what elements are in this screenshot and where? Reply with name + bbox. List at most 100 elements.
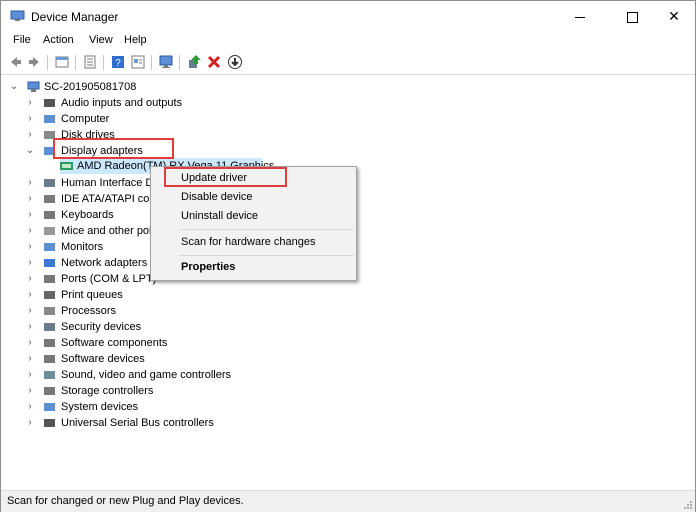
- chevron-right-icon[interactable]: ›: [25, 399, 35, 415]
- chevron-right-icon[interactable]: ›: [25, 207, 35, 223]
- chevron-right-icon[interactable]: ›: [25, 383, 35, 399]
- tree-item-label: Ports (COM & LPT): [61, 273, 157, 285]
- device-manager-icon: [10, 10, 25, 21]
- processor-icon: [44, 307, 55, 315]
- chevron-right-icon[interactable]: ›: [25, 191, 35, 207]
- tree-item-category[interactable]: › Software devices: [25, 351, 265, 367]
- menu-view[interactable]: View: [89, 34, 113, 46]
- monitor-icon: [44, 243, 55, 251]
- menu-help[interactable]: Help: [124, 34, 147, 46]
- forward-icon[interactable]: [27, 54, 43, 70]
- tree-item-label: Mice and other poi: [61, 225, 152, 237]
- chevron-down-icon[interactable]: ⌄: [25, 143, 35, 159]
- disable-device-item[interactable]: Disable device: [181, 191, 253, 203]
- download-icon[interactable]: [227, 54, 243, 70]
- details-icon[interactable]: [130, 54, 146, 70]
- chevron-right-icon[interactable]: ›: [25, 127, 35, 143]
- maximize-button[interactable]: [609, 1, 655, 32]
- resize-grip-icon[interactable]: [683, 500, 693, 510]
- tree-item-category[interactable]: › Processors: [25, 303, 265, 319]
- tree-item-category[interactable]: › Security devices: [25, 319, 265, 335]
- chevron-right-icon[interactable]: ›: [25, 303, 35, 319]
- toolbar-separator: [179, 55, 180, 70]
- display-adapters-highlight: [53, 138, 174, 159]
- tree-item-label: Universal Serial Bus controllers: [61, 417, 214, 429]
- toolbar-separator: [75, 55, 76, 70]
- add-driver-icon[interactable]: [186, 54, 202, 70]
- tree-item-label: IDE ATA/ATAPI con: [61, 193, 156, 205]
- tree-item-category[interactable]: › Sound, video and game controllers: [25, 367, 265, 383]
- properties-icon[interactable]: [54, 54, 70, 70]
- chevron-right-icon[interactable]: ›: [25, 255, 35, 271]
- ide-icon: [44, 195, 55, 203]
- computer-icon: [27, 81, 40, 92]
- mouse-icon: [44, 227, 55, 235]
- title-bar: Device Manager ✕: [1, 1, 695, 32]
- chevron-right-icon[interactable]: ›: [25, 95, 35, 111]
- chevron-right-icon[interactable]: ›: [25, 111, 35, 127]
- minimize-button[interactable]: [557, 1, 603, 32]
- keyboard-icon: [44, 211, 55, 219]
- menu-bar: File Action View Help: [1, 32, 695, 51]
- tree-item-label: Computer: [61, 113, 110, 125]
- system-icon: [44, 403, 55, 411]
- hid-icon: [44, 179, 55, 187]
- software-components-icon: [44, 339, 55, 347]
- chevron-right-icon[interactable]: ›: [25, 223, 35, 239]
- tree-item-category[interactable]: › System devices: [25, 399, 265, 415]
- device-manager-window: Device Manager ✕ File Action View Help ?…: [0, 0, 696, 512]
- chevron-right-icon[interactable]: ›: [25, 335, 35, 351]
- properties-item[interactable]: Properties: [181, 261, 235, 273]
- tree-item-category[interactable]: › Storage controllers: [25, 383, 265, 399]
- toolbar-separator: [103, 55, 104, 70]
- uninstall-device-item[interactable]: Uninstall device: [181, 210, 258, 222]
- tree-item-category[interactable]: › Audio inputs and outputs: [25, 95, 265, 111]
- tree-item-label: Security devices: [61, 321, 142, 333]
- chevron-right-icon[interactable]: ›: [25, 287, 35, 303]
- menu-file[interactable]: File: [13, 34, 31, 46]
- usb-icon: [44, 419, 55, 427]
- storage-icon: [44, 387, 55, 395]
- menu-separator: [179, 229, 354, 230]
- close-icon: ✕: [668, 8, 680, 24]
- status-bar: Scan for changed or new Plug and Play de…: [1, 490, 695, 512]
- speaker-icon: [44, 99, 55, 107]
- chevron-right-icon[interactable]: ›: [25, 271, 35, 287]
- help-icon[interactable]: ?: [110, 54, 126, 70]
- status-text: Scan for changed or new Plug and Play de…: [7, 495, 244, 507]
- security-icon: [44, 323, 55, 331]
- tree-item-category[interactable]: › Print queues: [25, 287, 265, 303]
- tree-item-category[interactable]: › Universal Serial Bus controllers: [25, 415, 265, 431]
- port-icon: [44, 275, 55, 283]
- chevron-right-icon[interactable]: ›: [25, 239, 35, 255]
- tree-item-label: Keyboards: [61, 209, 114, 221]
- chevron-right-icon[interactable]: ›: [25, 319, 35, 335]
- toolbar-separator: [151, 55, 152, 70]
- monitor-icon[interactable]: [158, 54, 174, 70]
- maximize-icon: [626, 11, 638, 23]
- printer-icon: [44, 291, 55, 299]
- tree-item-category[interactable]: › Computer: [25, 111, 265, 127]
- chevron-right-icon[interactable]: ›: [25, 351, 35, 367]
- tree-item-category[interactable]: › Software components: [25, 335, 265, 351]
- chevron-right-icon[interactable]: ›: [25, 175, 35, 191]
- scan-hardware-item[interactable]: Scan for hardware changes: [181, 236, 316, 248]
- tree-item-label: System devices: [61, 401, 139, 413]
- tree-root[interactable]: ⌄ SC-201905081708: [9, 79, 209, 95]
- menu-action[interactable]: Action: [43, 34, 74, 46]
- close-button[interactable]: ✕: [651, 1, 696, 32]
- remove-icon[interactable]: [206, 54, 222, 70]
- tree-item-label: Monitors: [61, 241, 104, 253]
- chevron-right-icon[interactable]: ›: [25, 367, 35, 383]
- toolbar: ?: [1, 51, 695, 75]
- tree-item-label: Audio inputs and outputs: [61, 97, 183, 109]
- toolbar-separator: [47, 55, 48, 70]
- tree-item-label: Human Interface D: [61, 177, 154, 189]
- back-icon[interactable]: [7, 54, 23, 70]
- svg-text:?: ?: [115, 58, 121, 69]
- tree-item-label: Storage controllers: [61, 385, 154, 397]
- chevron-right-icon[interactable]: ›: [25, 415, 35, 431]
- window-title: Device Manager: [31, 10, 119, 24]
- list-icon[interactable]: [82, 54, 98, 70]
- chevron-down-icon[interactable]: ⌄: [9, 79, 19, 95]
